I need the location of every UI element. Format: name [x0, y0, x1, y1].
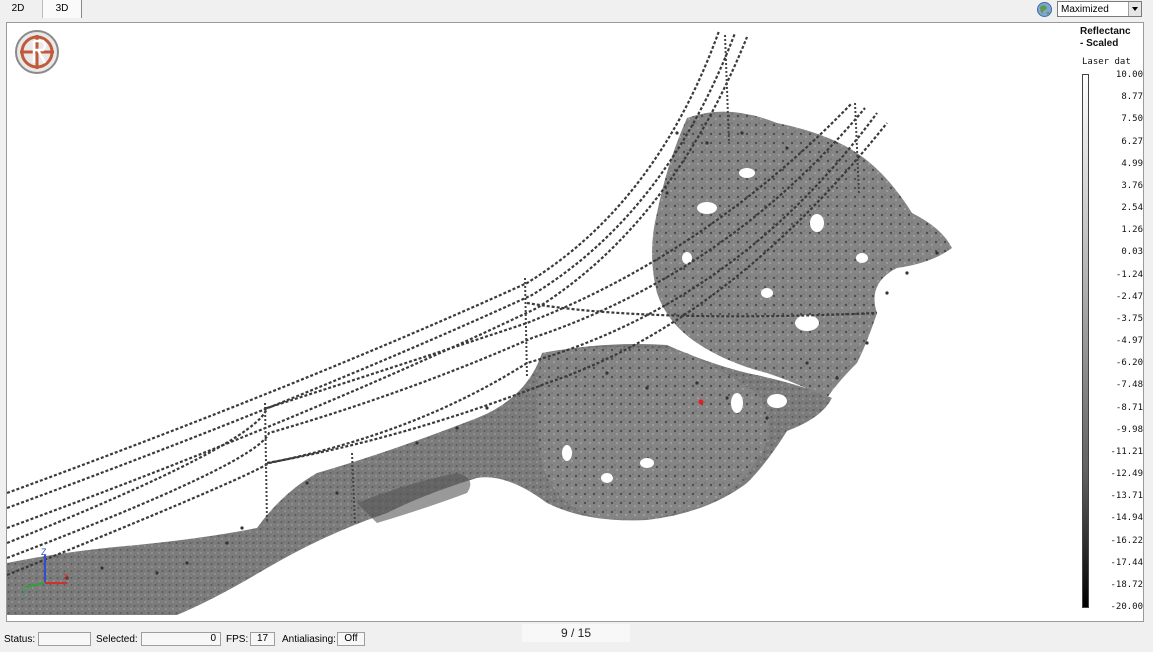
legend-tick-label: -4.97	[1115, 336, 1143, 346]
window-mode-value: Maximized	[1061, 4, 1109, 15]
fps-value: 17	[250, 632, 275, 646]
legend-tick-label: -12.49	[1110, 469, 1143, 479]
tree-canopy	[652, 111, 952, 399]
selected-point-marker[interactable]	[698, 399, 704, 405]
window-mode-select[interactable]: Maximized	[1057, 1, 1142, 17]
svg-text:Z: Z	[41, 547, 47, 557]
legend-tick-label: -11.21	[1110, 446, 1143, 457]
selected-label: Selected:	[96, 634, 138, 645]
legend-tick-label: 0.03	[1121, 247, 1143, 258]
antialiasing-label: Antialiasing:	[282, 634, 336, 645]
legend-title: Reflectanc - Scaled	[1080, 26, 1131, 49]
status-label: Status:	[4, 634, 36, 645]
legend-colorbar	[1082, 74, 1089, 608]
selected-count: 0	[141, 632, 221, 646]
legend-tick-label: 3.76	[1121, 180, 1143, 191]
legend-tick-label: 6.27	[1121, 136, 1143, 147]
legend-tick-label: 2.54	[1121, 203, 1143, 213]
tab-2d[interactable]: 2D	[2, 0, 34, 18]
legend-tick-label: -7.48	[1115, 380, 1143, 391]
tab-3d[interactable]: 3D	[42, 0, 82, 18]
legend-tick-label: -17.44	[1110, 557, 1143, 568]
legend-tick-label: -14.94	[1110, 513, 1143, 524]
svg-text:Y: Y	[21, 587, 27, 597]
legend-tick-label: -9.98	[1115, 424, 1143, 435]
globe-icon[interactable]	[1036, 1, 1053, 18]
legend-tick-label: 4.99	[1121, 158, 1143, 169]
xyz-axes-icon: Z X Y	[21, 547, 69, 597]
legend-tick-label: 1.26	[1121, 225, 1143, 236]
fps-label: FPS:	[226, 634, 249, 645]
status-value	[38, 632, 91, 646]
page-indicator: 9 / 15	[522, 624, 630, 642]
legend-tick-label: -1.24	[1115, 269, 1143, 280]
legend-tick-label: 8.77	[1121, 92, 1143, 103]
legend-tick-label: -6.20	[1115, 358, 1143, 369]
point-cloud-scene[interactable]	[7, 23, 1073, 621]
legend-tick-label: 7.50	[1121, 114, 1143, 125]
legend-tick-label: -2.47	[1115, 291, 1143, 302]
legend-tick-label: -3.75	[1115, 313, 1143, 324]
view-tab-bar: 2D 3D Maximized	[0, 0, 1153, 20]
antialiasing-value: Off	[337, 632, 365, 646]
legend-tick-label: -20.00	[1110, 602, 1143, 612]
chevron-down-icon[interactable]	[1128, 2, 1141, 16]
legend-tick-label: 10.00	[1115, 70, 1143, 80]
legend-tick-label: -18.72	[1110, 579, 1143, 590]
legend-subtitle: Laser dat	[1082, 57, 1131, 67]
legend-tick-label: -8.71	[1115, 402, 1143, 413]
svg-text:X: X	[63, 572, 69, 582]
point-cloud-viewport[interactable]: Z X Y Reflectanc - Scaled Laser dat 10.0…	[6, 22, 1144, 622]
legend-tick-label: -16.22	[1110, 535, 1143, 546]
legend-tick-label: -13.71	[1110, 491, 1143, 502]
app-logo-icon	[15, 30, 59, 74]
